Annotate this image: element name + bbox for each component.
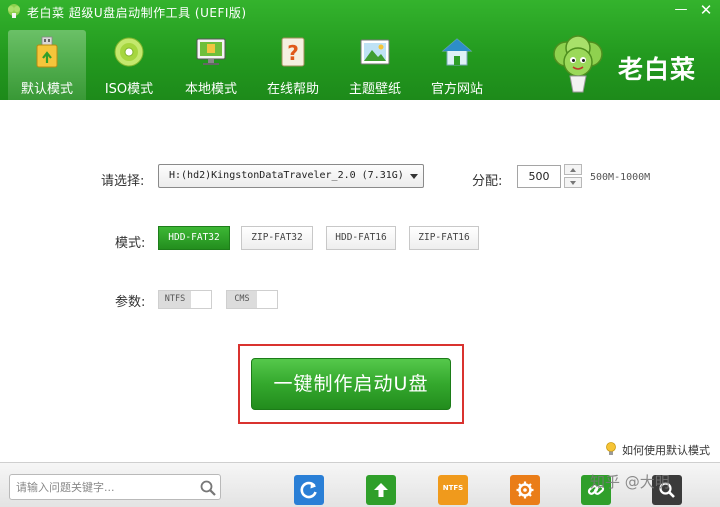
ntfs-convert-button[interactable]: NTFS xyxy=(438,475,468,505)
search-icon[interactable] xyxy=(199,479,217,497)
ntfs-convert-icon: NTFS xyxy=(442,484,464,492)
allocation-increment-button[interactable] xyxy=(564,164,582,175)
upgrade-icon xyxy=(374,483,388,497)
nav-label: 在线帮助 xyxy=(266,82,319,97)
help-icon: ? xyxy=(281,37,305,67)
params-label: 参数: xyxy=(115,295,146,310)
drive-select-label: 请选择: xyxy=(101,174,145,189)
nav-label: ISO模式 xyxy=(104,82,154,97)
allocation-range-hint: 500M-1000M xyxy=(590,172,651,183)
allocation-input[interactable]: 500 xyxy=(517,165,561,188)
allocation-decrement-button[interactable] xyxy=(564,177,582,188)
chevron-down-icon xyxy=(410,174,418,179)
nav-label: 主题壁纸 xyxy=(348,82,401,97)
monitor-icon xyxy=(196,38,226,65)
nav-label: 官方网站 xyxy=(430,82,483,97)
nav-item-local-mode[interactable]: 本地模式 xyxy=(172,30,250,100)
window-title: 老白菜 超级U盘启动制作工具 (UEFI版) xyxy=(27,6,247,20)
search-input[interactable] xyxy=(16,479,196,495)
drive-select-value: H:(hd2)KingstonDataTraveler_2.0 (7.31G) xyxy=(169,170,404,181)
title-bar: 老白菜 超级U盘启动制作工具 (UEFI版) — ✕ xyxy=(0,0,720,22)
cms-toggle[interactable]: CMS xyxy=(226,290,278,309)
wallpaper-icon xyxy=(360,39,390,65)
allocation-label: 分配: xyxy=(472,174,503,189)
mode-hdd-fat16-button[interactable]: HDD-FAT16 xyxy=(326,226,396,250)
close-button[interactable]: ✕ xyxy=(697,2,715,18)
make-bootable-usb-button[interactable]: 一键制作启动U盘 xyxy=(251,358,451,410)
arrow-up-icon xyxy=(570,168,576,172)
arrow-down-icon xyxy=(570,181,576,185)
toggle-label: NTFS xyxy=(159,291,191,308)
svg-text:?: ? xyxy=(287,41,299,65)
mode-hdd-fat32-button[interactable]: HDD-FAT32 xyxy=(158,226,230,250)
usb-drive-icon xyxy=(36,36,58,68)
cabbage-mascot-icon xyxy=(553,35,603,93)
main-nav: 默认模式 ISO模式 本地模式 ? 在线帮助 主题壁纸 官方网站 xyxy=(8,30,488,100)
main-panel: 请选择: H:(hd2)KingstonDataTraveler_2.0 (7.… xyxy=(0,100,720,462)
brand-area: 老白菜 xyxy=(548,34,718,94)
lightbulb-icon xyxy=(606,442,616,455)
header-bar: 老白菜 超级U盘启动制作工具 (UEFI版) — ✕ 默认模式 ISO模式 本地… xyxy=(0,0,720,100)
toggle-label: CMS xyxy=(227,291,257,308)
home-icon xyxy=(441,38,473,66)
mode-zip-fat16-button[interactable]: ZIP-FAT16 xyxy=(409,226,479,250)
nav-item-theme-wallpaper[interactable]: 主题壁纸 xyxy=(336,30,414,100)
settings-button[interactable] xyxy=(510,475,540,505)
nav-item-online-help[interactable]: ? 在线帮助 xyxy=(254,30,332,100)
upgrade-button[interactable] xyxy=(366,475,396,505)
nav-item-iso-mode[interactable]: ISO模式 xyxy=(90,30,168,100)
brand-name: 老白菜 xyxy=(618,55,697,84)
ntfs-toggle[interactable]: NTFS xyxy=(158,290,212,309)
nav-label: 默认模式 xyxy=(20,82,73,97)
disc-icon xyxy=(114,37,144,67)
watermark-text: 知乎 @大明 xyxy=(590,473,670,491)
mode-label: 模式: xyxy=(115,236,146,251)
minimize-button[interactable]: — xyxy=(672,2,690,18)
nav-item-official-site[interactable]: 官方网站 xyxy=(418,30,496,100)
nav-item-default-mode[interactable]: 默认模式 xyxy=(8,30,86,100)
search-box xyxy=(9,474,221,500)
drive-select[interactable]: H:(hd2)KingstonDataTraveler_2.0 (7.31G) xyxy=(158,164,424,188)
settings-icon xyxy=(516,481,534,499)
footer-bar: NTFS 知乎 @大明 xyxy=(0,462,720,507)
refresh-button[interactable] xyxy=(294,475,324,505)
nav-label: 本地模式 xyxy=(184,82,237,97)
help-link-text: 如何使用默认模式 xyxy=(622,444,710,457)
app-logo-icon xyxy=(8,4,20,18)
mode-zip-fat32-button[interactable]: ZIP-FAT32 xyxy=(241,226,313,250)
refresh-icon xyxy=(300,481,317,499)
